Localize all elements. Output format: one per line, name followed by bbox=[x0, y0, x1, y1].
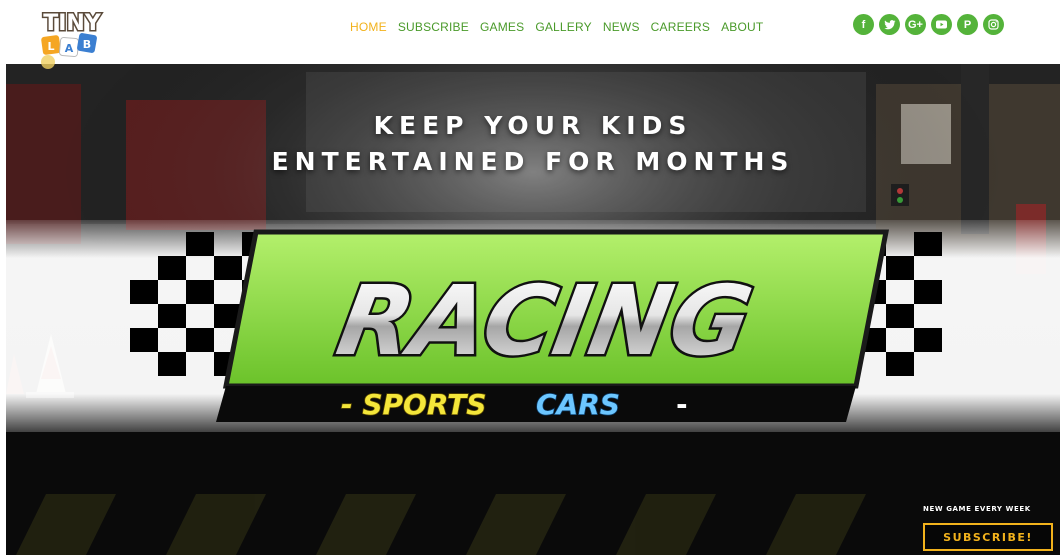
svg-text:A: A bbox=[65, 42, 74, 55]
svg-text:B: B bbox=[83, 38, 91, 51]
google-plus-icon[interactable]: G+ bbox=[905, 14, 926, 35]
site-header: L A B TINY HOME SUBSCRIBE GAMES GALLERY … bbox=[0, 0, 1060, 69]
nav-games[interactable]: GAMES bbox=[480, 19, 524, 35]
hero-section: KEEP YOUR KIDS ENTERTAINED FOR MONTHS RA… bbox=[6, 64, 1060, 555]
social-links: f G+ P bbox=[853, 14, 1004, 35]
cta-caption: NEW GAME EVERY WEEK bbox=[923, 505, 1031, 513]
nav-home[interactable]: HOME bbox=[350, 19, 387, 35]
nav-careers[interactable]: CAREERS bbox=[651, 19, 710, 35]
pinterest-icon[interactable]: P bbox=[957, 14, 978, 35]
facebook-icon[interactable]: f bbox=[853, 14, 874, 35]
twitter-icon[interactable] bbox=[879, 14, 900, 35]
youtube-icon[interactable] bbox=[931, 14, 952, 35]
main-nav: HOME SUBSCRIBE GAMES GALLERY NEWS CAREER… bbox=[350, 19, 763, 35]
nav-gallery[interactable]: GALLERY bbox=[535, 19, 592, 35]
tiny-lab-logo[interactable]: L A B TINY bbox=[34, 4, 114, 74]
game-subtitle-sports: - SPORTS bbox=[341, 388, 486, 421]
instagram-icon[interactable] bbox=[983, 14, 1004, 35]
nav-news[interactable]: NEWS bbox=[603, 19, 640, 35]
svg-text:TINY: TINY bbox=[43, 11, 102, 36]
racing-game-banner[interactable]: RACING - SPORTS CARS - bbox=[6, 64, 1060, 555]
nav-about[interactable]: ABOUT bbox=[721, 19, 763, 35]
game-subtitle-dash: - bbox=[676, 388, 688, 421]
game-subtitle-cars: CARS bbox=[536, 388, 620, 421]
nav-subscribe[interactable]: SUBSCRIBE bbox=[398, 19, 469, 35]
game-title: RACING bbox=[330, 265, 760, 377]
subscribe-button[interactable]: SUBSCRIBE! bbox=[923, 523, 1053, 551]
svg-text:L: L bbox=[47, 40, 54, 53]
